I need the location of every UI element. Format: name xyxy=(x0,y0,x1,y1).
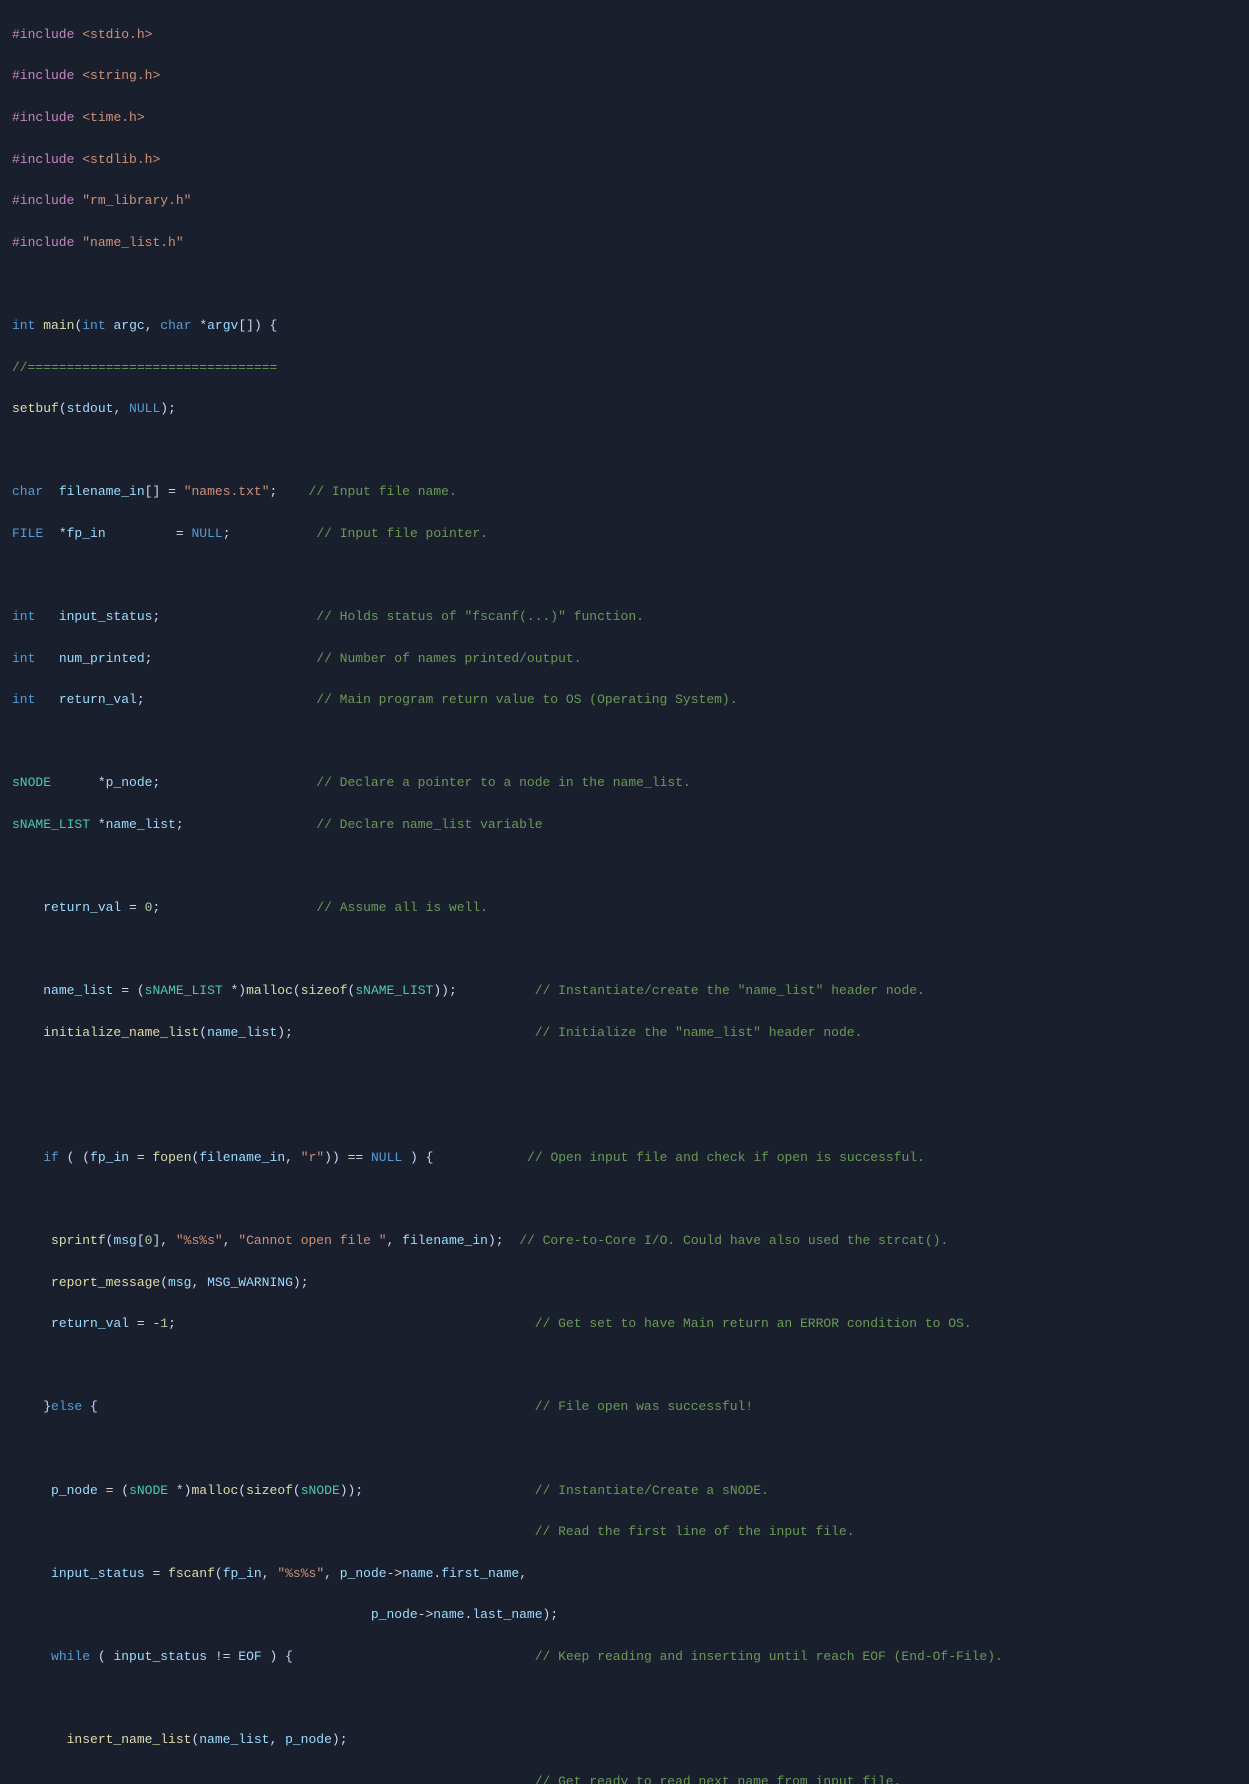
line-18 xyxy=(0,732,1249,753)
line-7 xyxy=(0,274,1249,295)
line-23 xyxy=(0,940,1249,961)
line-27 xyxy=(0,1106,1249,1127)
line-5: #include "rm_library.h" xyxy=(0,191,1249,212)
line-29 xyxy=(0,1189,1249,1210)
line-33 xyxy=(0,1356,1249,1377)
line-35 xyxy=(0,1439,1249,1460)
line-14 xyxy=(0,566,1249,587)
line-41 xyxy=(0,1689,1249,1710)
line-25: initialize_name_list(name_list); // Init… xyxy=(0,1023,1249,1044)
line-17: int return_val; // Main program return v… xyxy=(0,690,1249,711)
line-42: insert_name_list(name_list, p_node); xyxy=(0,1730,1249,1751)
line-39: p_node->name.last_name); xyxy=(0,1605,1249,1626)
line-36: p_node = (sNODE *)malloc(sizeof(sNODE));… xyxy=(0,1481,1249,1502)
line-37: // Read the first line of the input file… xyxy=(0,1522,1249,1543)
line-4: #include <stdlib.h> xyxy=(0,150,1249,171)
line-21 xyxy=(0,857,1249,878)
line-13: FILE *fp_in = NULL; // Input file pointe… xyxy=(0,524,1249,545)
line-1: #include <stdio.h> xyxy=(0,25,1249,46)
code-editor: #include <stdio.h> #include <string.h> #… xyxy=(0,0,1249,1784)
line-3: #include <time.h> xyxy=(0,108,1249,129)
line-40: while ( input_status != EOF ) { // Keep … xyxy=(0,1647,1249,1668)
line-8: int main(int argc, char *argv[]) { xyxy=(0,316,1249,337)
line-20: sNAME_LIST *name_list; // Declare name_l… xyxy=(0,815,1249,836)
line-24: name_list = (sNAME_LIST *)malloc(sizeof(… xyxy=(0,981,1249,1002)
line-11 xyxy=(0,441,1249,462)
line-32: return_val = -1; // Get set to have Main… xyxy=(0,1314,1249,1335)
line-10: setbuf(stdout, NULL); xyxy=(0,399,1249,420)
line-16: int num_printed; // Number of names prin… xyxy=(0,649,1249,670)
line-12: char filename_in[] = "names.txt"; // Inp… xyxy=(0,482,1249,503)
line-38: input_status = fscanf(fp_in, "%s%s", p_n… xyxy=(0,1564,1249,1585)
line-15: int input_status; // Holds status of "fs… xyxy=(0,607,1249,628)
line-26 xyxy=(0,1065,1249,1086)
line-19: sNODE *p_node; // Declare a pointer to a… xyxy=(0,773,1249,794)
line-31: report_message(msg, MSG_WARNING); xyxy=(0,1273,1249,1294)
line-30: sprintf(msg[0], "%s%s", "Cannot open fil… xyxy=(0,1231,1249,1252)
line-28: if ( (fp_in = fopen(filename_in, "r")) =… xyxy=(0,1148,1249,1169)
line-34: }else { // File open was successful! xyxy=(0,1397,1249,1418)
line-9: //================================ xyxy=(0,358,1249,379)
line-2: #include <string.h> xyxy=(0,66,1249,87)
line-6: #include "name_list.h" xyxy=(0,233,1249,254)
line-43: // Get ready to read next name from inpu… xyxy=(0,1772,1249,1784)
line-22: return_val = 0; // Assume all is well. xyxy=(0,898,1249,919)
